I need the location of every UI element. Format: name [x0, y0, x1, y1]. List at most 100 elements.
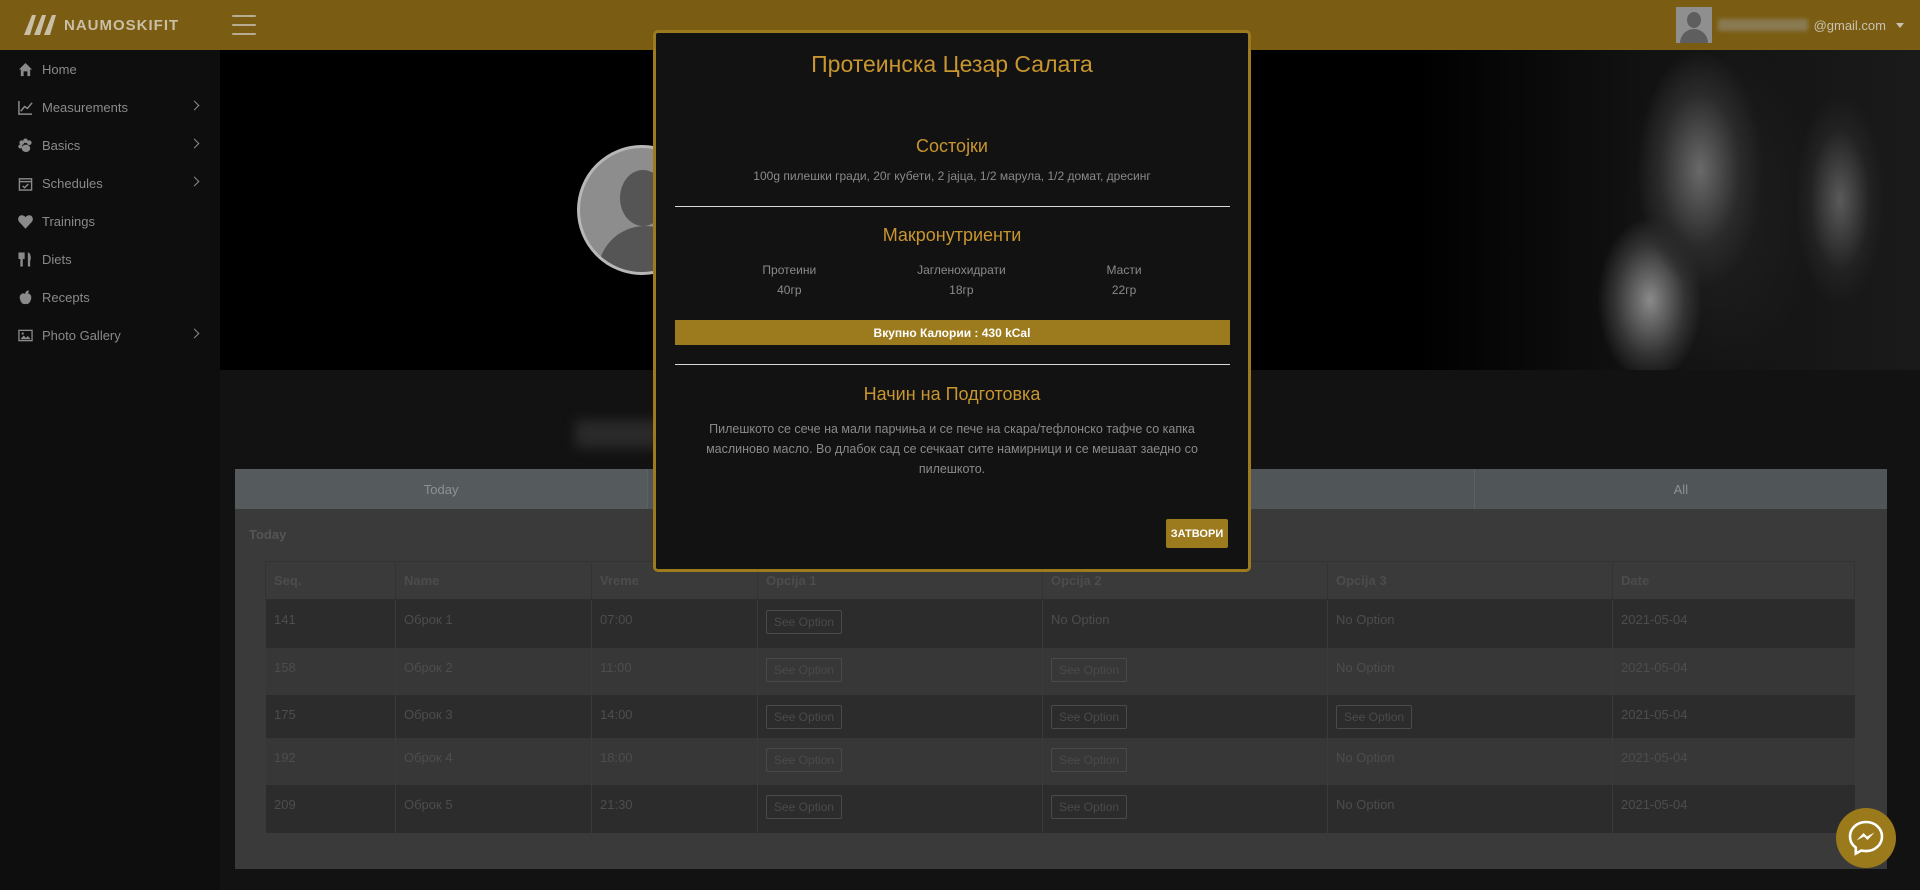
- menu-toggle-button[interactable]: [232, 15, 256, 35]
- preparation-text: Пилешкото се сече на мали парчиња и се п…: [706, 422, 1198, 476]
- sidebar-item-label: Diets: [42, 251, 72, 267]
- ingredients-text: 100g пилешки гради, 20г кубети, 2 јајца,…: [753, 169, 1151, 183]
- see-option-button[interactable]: See Option: [766, 704, 843, 729]
- sidebar-item-basics[interactable]: Basics: [0, 126, 220, 164]
- cell-seq: 175: [265, 694, 396, 738]
- panel-heading: Today: [249, 527, 287, 542]
- utensils-icon: [16, 251, 34, 267]
- cell-name: Оброк 2: [395, 647, 592, 695]
- macros-heading: Макронутриенти: [882, 225, 1022, 245]
- column-header: Date: [1612, 561, 1855, 600]
- cell-name: Оброк 4: [395, 737, 592, 785]
- table-row: 141 Оброк 1 07:00 See Option No Option N…: [265, 599, 1855, 648]
- cell-date: 2021-05-04: [1612, 647, 1855, 695]
- see-option-button[interactable]: See Option: [766, 657, 843, 682]
- home-icon: [16, 61, 34, 77]
- modal-title: Протеинска Цезар Салата: [811, 51, 1093, 77]
- sidebar-item-label: Trainings: [42, 213, 95, 229]
- close-button[interactable]: ЗАТВОРИ: [1166, 519, 1228, 548]
- cell-date: 2021-05-04: [1612, 599, 1855, 648]
- chevron-right-icon: [189, 100, 200, 111]
- logo-mark-icon: [24, 15, 56, 35]
- brand-name: NAUMOSKIFIT: [64, 16, 180, 34]
- cell-time: 14:00: [591, 694, 758, 738]
- cell-time: 21:30: [591, 784, 758, 833]
- see-option-button[interactable]: See Option: [1051, 704, 1128, 729]
- see-option-button[interactable]: See Option: [1051, 657, 1128, 682]
- messenger-icon: [1848, 820, 1884, 856]
- table-row: 175 Оброк 3 14:00 See Option See Option …: [265, 694, 1855, 738]
- cell-name: Оброк 5: [395, 784, 592, 833]
- hamburger-line: [232, 24, 256, 26]
- sidebar-item-trainings[interactable]: Trainings: [0, 202, 220, 240]
- cell-seq: 192: [265, 737, 396, 785]
- no-option-text: No Option: [1327, 737, 1613, 785]
- cover-photo: [1200, 50, 1920, 370]
- chevron-right-icon: [189, 138, 200, 149]
- table-row: 209 Оброк 5 21:30 See Option See Option …: [265, 784, 1855, 833]
- sidebar-item-diets[interactable]: Diets: [0, 240, 220, 278]
- macro-value: 18гр: [949, 283, 974, 297]
- recipe-modal: Протеинска Цезар Салата Состојки 100g пи…: [653, 30, 1251, 572]
- ingredients-heading: Состојки: [916, 136, 988, 156]
- no-option-text: No Option: [1042, 599, 1328, 648]
- cell-name: Оброк 1: [395, 599, 592, 648]
- chart-line-icon: [16, 99, 34, 115]
- see-option-button[interactable]: See Option: [766, 610, 843, 634]
- macro-label: Јагленохидрати: [917, 263, 1006, 277]
- heartbeat-icon: [16, 213, 34, 229]
- column-header: Opcija 3: [1327, 561, 1613, 600]
- meals-table: Seq. Name Vreme Opcija 1 Opcija 2 Opcija…: [265, 561, 1855, 833]
- see-option-button[interactable]: See Option: [766, 794, 843, 819]
- divider: [674, 206, 1230, 207]
- cell-time: 11:00: [591, 647, 758, 695]
- tab-today[interactable]: Today: [235, 469, 649, 509]
- no-option-text: No Option: [1327, 599, 1613, 648]
- sidebar-item-label: Recepts: [42, 289, 90, 305]
- sidebar-item-label: Photo Gallery: [42, 327, 121, 343]
- image-icon: [16, 327, 34, 343]
- see-option-button[interactable]: See Option: [766, 747, 843, 772]
- cell-date: 2021-05-04: [1612, 737, 1855, 785]
- sidebar-item-photo-gallery[interactable]: Photo Gallery: [0, 316, 220, 354]
- cell-seq: 209: [265, 784, 396, 833]
- no-option-text: No Option: [1327, 784, 1613, 833]
- cell-seq: 158: [265, 647, 396, 695]
- macros-row: Протеини 40гр Јагленохидрати 18гр Масти …: [712, 260, 1192, 300]
- sidebar-item-label: Home: [42, 61, 77, 77]
- chevron-right-icon: [189, 328, 200, 339]
- cell-seq: 141: [265, 599, 396, 648]
- macro-value: 40гр: [777, 283, 802, 297]
- total-calories-bar: Вкупно Калории : 430 kCal: [674, 320, 1230, 345]
- cell-name: Оброк 3: [395, 694, 592, 738]
- see-option-button[interactable]: See Option: [1336, 704, 1413, 729]
- sidebar-item-measurements[interactable]: Measurements: [0, 88, 220, 126]
- macro-carbs: Јагленохидрати 18гр: [917, 260, 1006, 300]
- chevron-right-icon: [189, 176, 200, 187]
- sidebar-item-home[interactable]: Home: [0, 50, 220, 88]
- user-menu[interactable]: @gmail.com: [1675, 7, 1904, 43]
- column-header: Name: [395, 561, 592, 600]
- sidebar-item-schedules[interactable]: Schedules: [0, 164, 220, 202]
- hamburger-line: [232, 15, 256, 17]
- messenger-chat-button[interactable]: [1836, 808, 1896, 868]
- table-row: 158 Оброк 2 11:00 See Option See Option …: [265, 647, 1855, 695]
- paw-icon: [16, 137, 34, 153]
- cell-date: 2021-05-04: [1612, 694, 1855, 738]
- sidebar-item-recepts[interactable]: Recepts: [0, 278, 220, 316]
- see-option-button[interactable]: See Option: [1051, 747, 1128, 772]
- sidebar-item-label: Schedules: [42, 175, 103, 191]
- column-header: Seq.: [265, 561, 396, 600]
- calendar-check-icon: [16, 175, 34, 191]
- see-option-button[interactable]: See Option: [1051, 794, 1128, 819]
- macro-label: Протеини: [762, 263, 817, 277]
- brand-logo[interactable]: NAUMOSKIFIT: [22, 12, 179, 38]
- cell-date: 2021-05-04: [1612, 784, 1855, 833]
- user-avatar: [1675, 7, 1712, 43]
- macro-protein: Протеини 40гр: [762, 260, 816, 300]
- sidebar-item-label: Measurements: [42, 99, 128, 115]
- sidebar: Home Measurements Basics Schedules Train…: [0, 50, 220, 890]
- tab-all[interactable]: All: [1475, 469, 1887, 509]
- apple-icon: [16, 289, 34, 305]
- caret-down-icon: [1896, 22, 1904, 28]
